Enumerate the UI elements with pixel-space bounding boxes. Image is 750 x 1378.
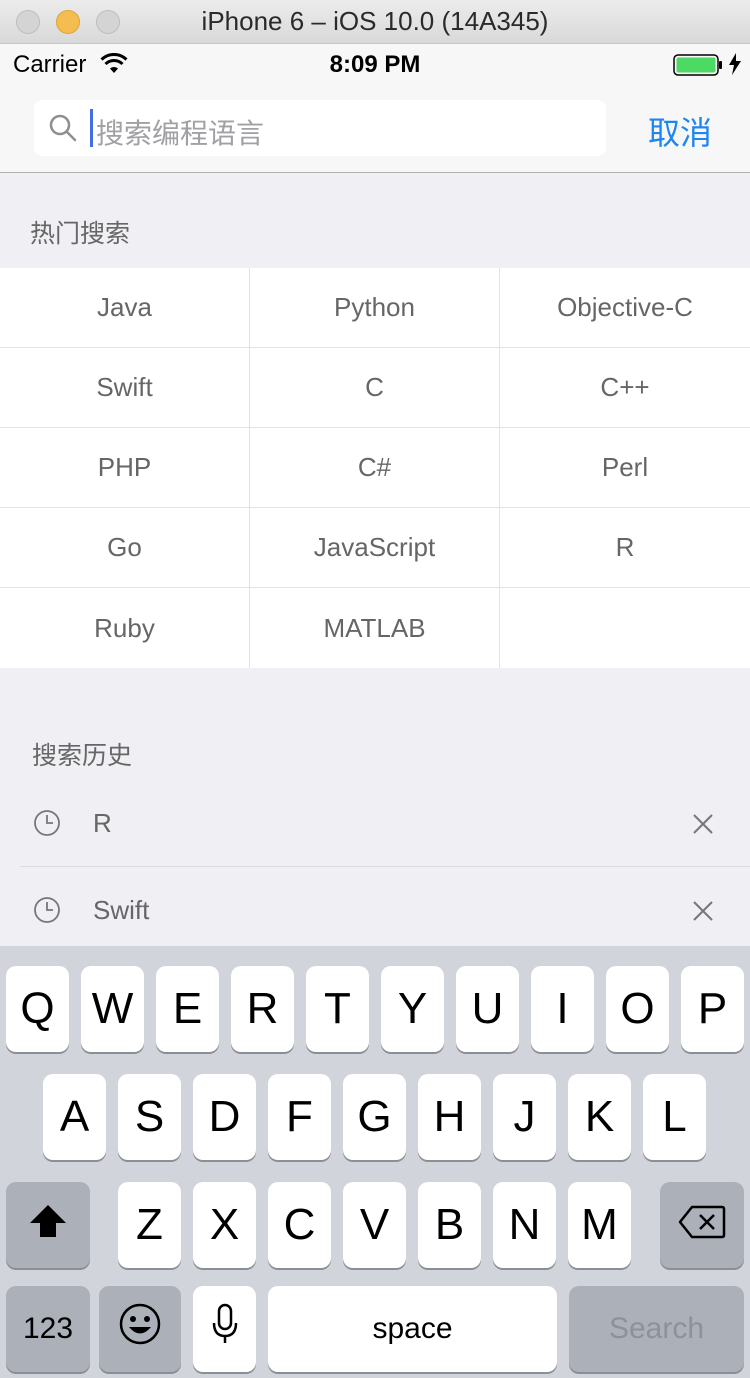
charging-bolt-icon xyxy=(728,53,742,80)
delete-key[interactable] xyxy=(660,1182,744,1268)
search-input[interactable]: 搜索编程语言 xyxy=(34,100,606,156)
key-e[interactable]: E xyxy=(156,966,219,1052)
system-keyboard: 123 space Search QWERTYUIOP ASDFGHJKL ZXCV… xyxy=(0,946,750,1378)
hot-search-item[interactable]: Ruby xyxy=(0,588,250,668)
battery-icon xyxy=(673,54,723,81)
hot-search-item[interactable]: Go xyxy=(0,508,250,588)
hot-search-item[interactable]: Perl xyxy=(500,428,750,508)
window-minimize-button[interactable] xyxy=(56,10,80,34)
numbers-key[interactable]: 123 xyxy=(6,1286,90,1372)
key-y[interactable]: Y xyxy=(381,966,444,1052)
key-p[interactable]: P xyxy=(681,966,744,1052)
close-icon[interactable] xyxy=(691,812,715,841)
key-s[interactable]: S xyxy=(118,1074,181,1160)
search-placeholder: 搜索编程语言 xyxy=(96,118,265,149)
key-j[interactable]: J xyxy=(493,1074,556,1160)
key-g[interactable]: G xyxy=(343,1074,406,1160)
key-w[interactable]: W xyxy=(81,966,144,1052)
shift-key[interactable] xyxy=(6,1182,90,1268)
clock-icon xyxy=(33,896,61,929)
shift-icon xyxy=(28,1200,68,1250)
hot-search-item[interactable]: C xyxy=(250,348,500,428)
key-l[interactable]: L xyxy=(643,1074,706,1160)
space-key[interactable]: space xyxy=(268,1286,557,1372)
hot-search-item[interactable]: MATLAB xyxy=(250,588,500,668)
dictation-key[interactable] xyxy=(193,1286,256,1372)
hot-search-grid: Java Python Objective-C Swift C C++ PHP C# Perl G… xyxy=(0,268,750,668)
key-t[interactable]: T xyxy=(306,966,369,1052)
search-header: 搜索编程语言 取消 xyxy=(0,84,750,173)
key-v[interactable]: V xyxy=(343,1182,406,1268)
cancel-button[interactable]: 取消 xyxy=(648,108,712,154)
hot-search-item[interactable]: Python xyxy=(250,268,500,348)
hot-search-item[interactable]: Objective-C xyxy=(500,268,750,348)
hot-search-title: 热门搜索 xyxy=(30,220,131,248)
status-time: 8:09 PM xyxy=(329,51,421,78)
hot-search-item[interactable]: PHP xyxy=(0,428,250,508)
emoji-key[interactable] xyxy=(99,1286,181,1372)
window-close-button[interactable] xyxy=(16,10,40,34)
key-c[interactable]: C xyxy=(268,1182,331,1268)
emoji-icon xyxy=(118,1302,162,1357)
hot-search-item[interactable]: JavaScript xyxy=(250,508,500,588)
key-u[interactable]: U xyxy=(456,966,519,1052)
key-r[interactable]: R xyxy=(231,966,294,1052)
backspace-icon xyxy=(678,1200,726,1250)
history-item[interactable]: Swift xyxy=(0,867,750,954)
search-icon xyxy=(48,113,78,148)
hot-search-item[interactable]: Java xyxy=(0,268,250,348)
close-icon[interactable] xyxy=(691,899,715,928)
key-h[interactable]: H xyxy=(418,1074,481,1160)
hot-search-item[interactable]: C++ xyxy=(500,348,750,428)
status-bar: Carrier 8:09 PM xyxy=(0,44,750,84)
key-b[interactable]: B xyxy=(418,1182,481,1268)
key-k[interactable]: K xyxy=(568,1074,631,1160)
history-item-label: Swift xyxy=(93,895,150,925)
hot-search-empty-cell xyxy=(500,588,750,668)
key-f[interactable]: F xyxy=(268,1074,331,1160)
hot-search-item[interactable]: C# xyxy=(250,428,500,508)
search-key[interactable]: Search xyxy=(569,1286,744,1372)
clock-icon xyxy=(33,809,61,842)
microphone-icon xyxy=(211,1303,239,1356)
key-i[interactable]: I xyxy=(531,966,594,1052)
key-a[interactable]: A xyxy=(43,1074,106,1160)
key-o[interactable]: O xyxy=(606,966,669,1052)
key-x[interactable]: X xyxy=(193,1182,256,1268)
search-history-title: 搜索历史 xyxy=(32,742,133,770)
key-n[interactable]: N xyxy=(493,1182,556,1268)
key-m[interactable]: M xyxy=(568,1182,631,1268)
history-item[interactable]: R xyxy=(0,780,750,867)
window-zoom-button[interactable] xyxy=(96,10,120,34)
simulator-titlebar: iPhone 6 – iOS 10.0 (14A345) xyxy=(0,0,750,44)
text-cursor xyxy=(90,109,93,147)
key-d[interactable]: D xyxy=(193,1074,256,1160)
hot-search-item[interactable]: Swift xyxy=(0,348,250,428)
key-z[interactable]: Z xyxy=(118,1182,181,1268)
history-item-label: R xyxy=(93,808,112,838)
simulator-title: iPhone 6 – iOS 10.0 (14A345) xyxy=(201,6,549,36)
hot-search-item[interactable]: R xyxy=(500,508,750,588)
key-q[interactable]: Q xyxy=(6,966,69,1052)
search-history-list: R Swift xyxy=(0,780,750,954)
